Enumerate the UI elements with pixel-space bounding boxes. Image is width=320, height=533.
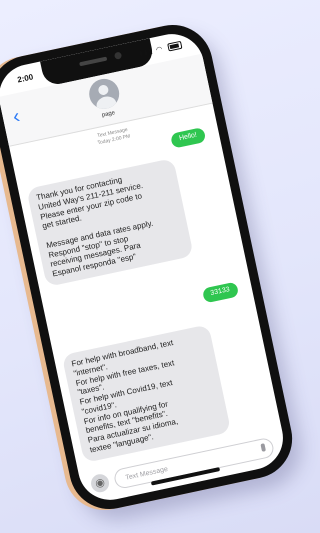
battery-icon bbox=[167, 40, 183, 52]
avatar-head bbox=[97, 84, 110, 96]
camera-icon[interactable]: ◉ bbox=[89, 472, 111, 494]
message-bubble-sent[interactable]: 33133 bbox=[201, 281, 240, 304]
message-bubble-received[interactable]: Thank you for contacting United Way's 21… bbox=[26, 157, 194, 287]
status-time: 2:00 bbox=[16, 72, 35, 85]
chevron-left-icon[interactable]: ‹ bbox=[11, 105, 22, 129]
signal-icon: ▮▮▮ bbox=[138, 47, 155, 58]
wifi-icon: ◠ bbox=[155, 45, 164, 55]
avatar[interactable] bbox=[86, 76, 122, 112]
phone-frame: 2:00 ▮▮▮ ◠ ‹ page Text Message Today 2:0… bbox=[0, 17, 300, 517]
message-thread[interactable]: Text Message Today 2:00 PM Hello! Thank … bbox=[10, 106, 282, 472]
message-bubble-sent[interactable]: Hello! bbox=[170, 126, 207, 149]
speaker-grille bbox=[79, 56, 108, 67]
phone-screen: 2:00 ▮▮▮ ◠ ‹ page Text Message Today 2:0… bbox=[0, 28, 289, 506]
front-camera bbox=[113, 51, 123, 60]
message-bubble-received[interactable]: For help with broadband, text "internet"… bbox=[61, 324, 232, 463]
